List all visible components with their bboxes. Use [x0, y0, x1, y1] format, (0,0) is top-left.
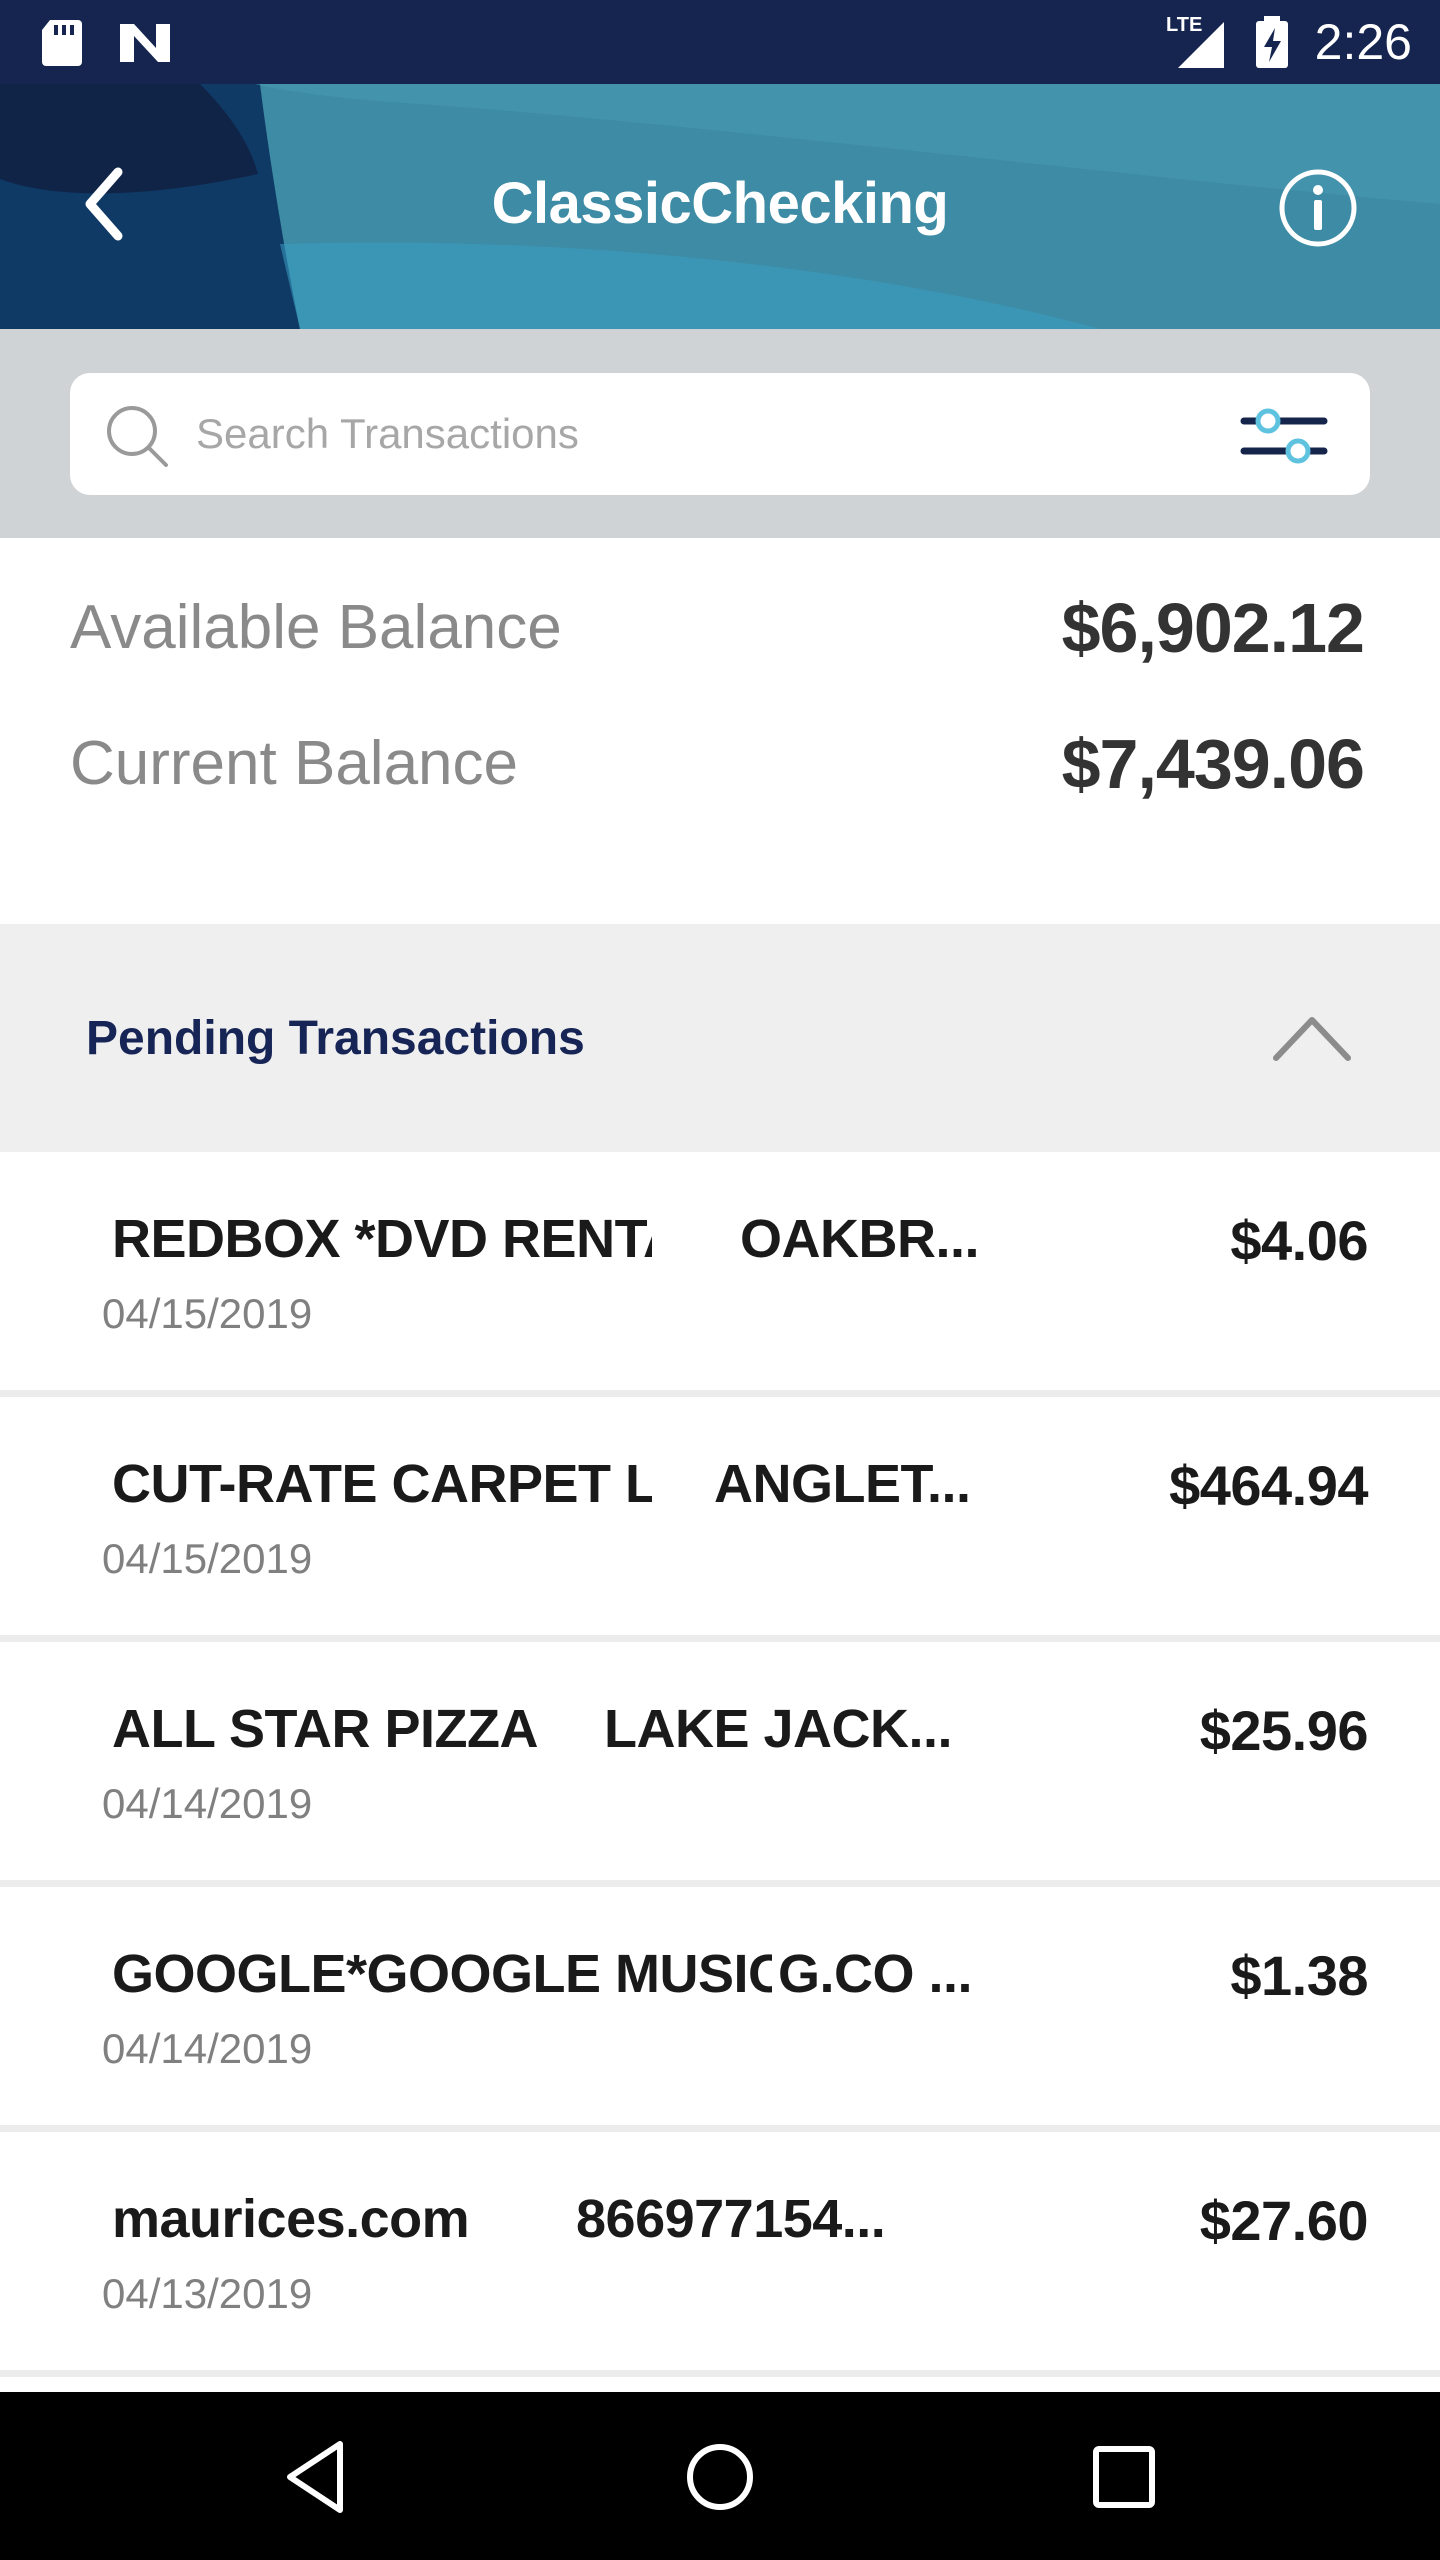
signal-icon	[1178, 22, 1224, 68]
chevron-up-icon[interactable]	[1270, 1006, 1354, 1068]
transaction-date: 04/14/2019	[102, 1780, 313, 1827]
system-nav-bar	[0, 2392, 1440, 2560]
nav-home-icon[interactable]	[680, 2432, 760, 2522]
transaction-location: ANGLET...	[714, 1454, 971, 1514]
transaction-row[interactable]: CUT-RATE CARPET LLC ANGLET... $464.94 04…	[0, 1397, 1440, 1642]
transaction-amount: $1.38	[1230, 1944, 1368, 2007]
transaction-row[interactable]: ALL STAR PIZZA LAKE JACK... $25.96 04/14…	[0, 1642, 1440, 1887]
transaction-row[interactable]: maurices.com 866977154... $27.60 04/13/2…	[0, 2132, 1440, 2377]
filter-sliders-icon[interactable]	[1238, 397, 1330, 473]
available-balance-value: $6,902.12	[1061, 589, 1365, 667]
available-balance-row: Available Balance $6,902.12	[70, 578, 1365, 678]
n-notification-icon	[120, 24, 170, 62]
search-input[interactable]	[196, 397, 1196, 471]
search-box[interactable]	[70, 373, 1370, 495]
transaction-name: CUT-RATE CARPET LLC	[112, 1454, 652, 1514]
transaction-amount: $4.06	[1230, 1209, 1368, 1272]
transaction-amount: $25.96	[1199, 1699, 1369, 1762]
transaction-amount: $27.60	[1199, 2189, 1369, 2252]
transaction-name: REDBOX *DVD RENTAL	[112, 1209, 652, 1269]
current-balance-row: Current Balance $7,439.06	[70, 714, 1365, 814]
app-header: ClassicChecking	[0, 84, 1440, 329]
transaction-row[interactable]: GOOGLE*GOOGLE MUSIC G.CO ... $1.38 04/14…	[0, 1887, 1440, 2132]
transaction-date: 04/14/2019	[102, 2025, 313, 2072]
transaction-location: LAKE JACK...	[604, 1699, 953, 1759]
nav-recent-apps-icon[interactable]	[1084, 2432, 1164, 2522]
search-icon	[107, 406, 168, 467]
available-balance-label: Available Balance	[70, 593, 562, 662]
transaction-name: ALL STAR PIZZA	[112, 1699, 538, 1759]
transaction-location: 866977154...	[576, 2189, 886, 2249]
transaction-row[interactable]: REDBOX *DVD RENTAL OAKBR... $4.06 04/15/…	[0, 1152, 1440, 1397]
transaction-date: 04/15/2019	[102, 1535, 313, 1582]
page-title: ClassicChecking	[491, 171, 949, 236]
pending-transactions-title: Pending Transactions	[86, 1012, 585, 1065]
battery-charging-icon	[1256, 16, 1288, 68]
transaction-date: 04/15/2019	[102, 1290, 313, 1337]
balances-section: Available Balance $6,902.12 Current Bala…	[0, 538, 1440, 924]
search-band	[0, 329, 1440, 538]
sd-card-icon	[42, 20, 82, 66]
transaction-name: GOOGLE*GOOGLE MUSIC	[112, 1944, 772, 2004]
transaction-date: 04/13/2019	[102, 2270, 313, 2317]
clock: 2:26	[1314, 14, 1412, 70]
transaction-list: REDBOX *DVD RENTAL OAKBR... $4.06 04/15/…	[0, 1152, 1440, 2392]
status-bar: LTE 2:26	[0, 0, 1440, 84]
nav-back-icon[interactable]	[278, 2432, 358, 2522]
current-balance-label: Current Balance	[70, 729, 519, 798]
info-button[interactable]	[1276, 166, 1360, 250]
transaction-name: maurices.com	[112, 2189, 470, 2249]
current-balance-value: $7,439.06	[1061, 725, 1365, 803]
transaction-location: OAKBR...	[740, 1209, 980, 1269]
transaction-amount: $464.94	[1169, 1454, 1368, 1517]
pending-transactions-header[interactable]: Pending Transactions	[0, 924, 1440, 1152]
transaction-location: G.CO ...	[778, 1944, 973, 2004]
